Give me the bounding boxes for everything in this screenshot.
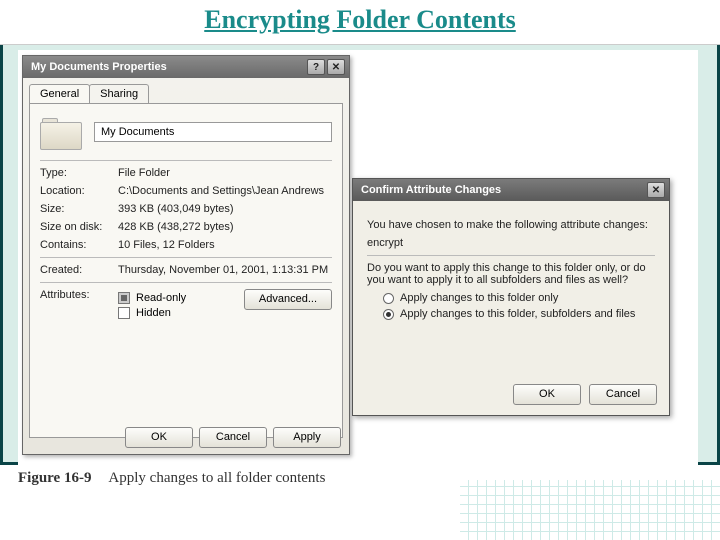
- size-value: 393 KB (403,049 bytes): [118, 203, 332, 215]
- created-label: Created:: [40, 264, 118, 276]
- attributes-label: Attributes:: [40, 289, 118, 301]
- checkbox-icon: [118, 292, 130, 304]
- radio-all[interactable]: Apply changes to this folder, subfolders…: [383, 308, 655, 320]
- help-button[interactable]: ?: [307, 59, 325, 75]
- tab-general[interactable]: General: [29, 84, 90, 103]
- confirm-question: Do you want to apply this change to this…: [367, 262, 655, 286]
- radio-icon: [383, 293, 394, 304]
- radio-label-all: Apply changes to this folder, subfolders…: [400, 308, 635, 320]
- readonly-label: Read-only: [136, 292, 186, 304]
- hidden-checkbox[interactable]: Hidden: [118, 307, 244, 319]
- confirm-titlebar: Confirm Attribute Changes ✕: [353, 179, 669, 201]
- apply-button[interactable]: Apply: [273, 427, 341, 448]
- figure-number: Figure 16-9: [18, 470, 91, 486]
- type-label: Type:: [40, 167, 118, 179]
- ok-button[interactable]: OK: [125, 427, 193, 448]
- size-label: Size:: [40, 203, 118, 215]
- tab-sharing[interactable]: Sharing: [89, 84, 149, 103]
- contains-value: 10 Files, 12 Folders: [118, 239, 332, 251]
- sizeondisk-value: 428 KB (438,272 bytes): [118, 221, 332, 233]
- location-label: Location:: [40, 185, 118, 197]
- decorative-grid: [460, 480, 720, 540]
- created-value: Thursday, November 01, 2001, 1:13:31 PM: [118, 264, 332, 276]
- advanced-button[interactable]: Advanced...: [244, 289, 332, 310]
- hidden-label: Hidden: [136, 307, 171, 319]
- checkbox-icon: [118, 307, 130, 319]
- folder-icon: [40, 114, 82, 150]
- cancel-button[interactable]: Cancel: [589, 384, 657, 405]
- close-button[interactable]: ✕: [647, 182, 665, 198]
- tab-strip: General Sharing: [23, 78, 349, 103]
- radio-folder-only[interactable]: Apply changes to this folder only: [383, 292, 655, 304]
- confirm-dialog: Confirm Attribute Changes ✕ You have cho…: [352, 178, 670, 416]
- properties-title: My Documents Properties: [27, 61, 305, 73]
- radio-icon: [383, 309, 394, 320]
- readonly-checkbox[interactable]: Read-only: [118, 292, 244, 304]
- slide-title: Encrypting Folder Contents: [0, 0, 720, 45]
- close-button[interactable]: ✕: [327, 59, 345, 75]
- figure-caption: Figure 16-9 Apply changes to all folder …: [18, 470, 325, 487]
- general-panel: My Documents Type:File Folder Location:C…: [29, 103, 343, 438]
- properties-titlebar: My Documents Properties ? ✕: [23, 56, 349, 78]
- sizeondisk-label: Size on disk:: [40, 221, 118, 233]
- folder-name-input[interactable]: My Documents: [94, 122, 332, 142]
- confirm-title: Confirm Attribute Changes: [357, 184, 645, 196]
- type-value: File Folder: [118, 167, 332, 179]
- figure-text: Apply changes to all folder contents: [108, 470, 325, 486]
- confirm-change: encrypt: [367, 237, 655, 249]
- location-value: C:\Documents and Settings\Jean Andrews: [118, 185, 332, 197]
- ok-button[interactable]: OK: [513, 384, 581, 405]
- contains-label: Contains:: [40, 239, 118, 251]
- radio-label-folder-only: Apply changes to this folder only: [400, 292, 558, 304]
- properties-dialog: My Documents Properties ? ✕ General Shar…: [22, 55, 350, 455]
- confirm-lead: You have chosen to make the following at…: [367, 219, 655, 231]
- cancel-button[interactable]: Cancel: [199, 427, 267, 448]
